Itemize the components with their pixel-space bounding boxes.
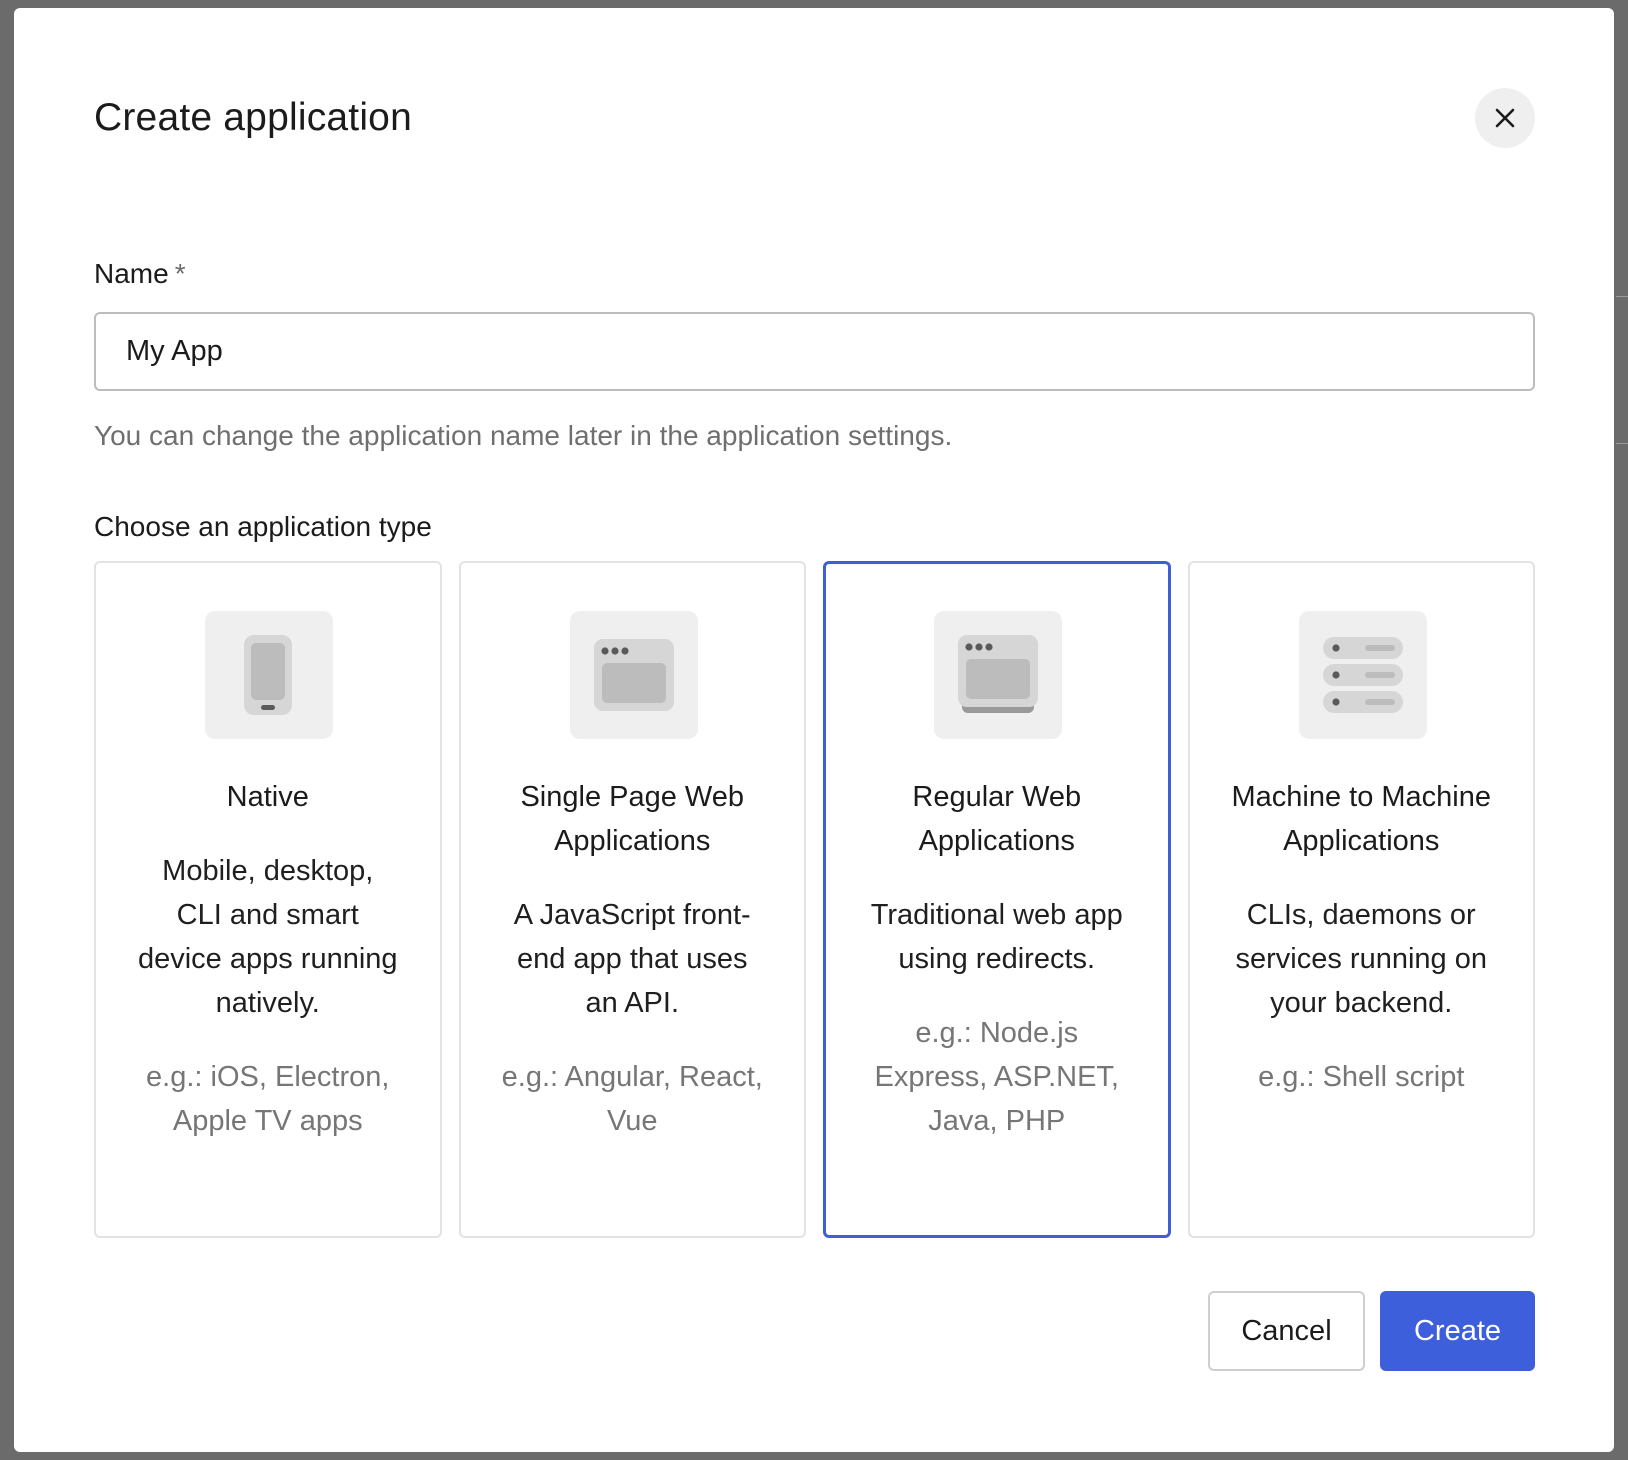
card-body: Regular Web Applications Traditional web…: [826, 775, 1168, 1143]
required-marker: *: [174, 258, 186, 289]
card-body: Machine to Machine Applications CLIs, da…: [1190, 775, 1534, 1099]
close-icon: [1495, 108, 1515, 128]
card-title: Native: [226, 781, 309, 813]
dialog-title: Create application: [94, 96, 412, 139]
close-button[interactable]: [1475, 88, 1535, 148]
card-description: Traditional web app using redirects.: [870, 899, 1123, 975]
card-body: Native Mobile, desktop, CLI and smart de…: [96, 775, 440, 1143]
create-button[interactable]: Create: [1380, 1291, 1535, 1371]
card-body: Single Page Web Applications A JavaScrip…: [461, 775, 805, 1143]
browser-window-icon: [569, 611, 698, 739]
card-description: CLIs, daemons or services running on you…: [1235, 899, 1487, 1019]
name-helper-text: You can change the application name late…: [94, 420, 953, 451]
card-title: Single Page Web Applications: [520, 781, 745, 857]
card-example: e.g.: Shell script: [1258, 1061, 1465, 1093]
app-type-options: Native Mobile, desktop, CLI and smart de…: [94, 561, 1535, 1238]
stacked-browser-icon: [934, 611, 1062, 739]
card-example: e.g.: Node.js Express, ASP.NET, Java, PH…: [874, 1017, 1119, 1137]
name-input[interactable]: [94, 312, 1535, 391]
card-description: Mobile, desktop, CLI and smart device ap…: [137, 855, 398, 1019]
card-title: Machine to Machine Applications: [1231, 781, 1492, 857]
app-type-label: Choose an application type: [94, 511, 432, 542]
create-application-dialog: Create application Name* You can change …: [14, 8, 1614, 1452]
card-example: e.g.: iOS, Electron, Apple TV apps: [146, 1061, 390, 1137]
app-type-card-spa[interactable]: Single Page Web Applications A JavaScrip…: [458, 561, 806, 1238]
app-type-card-native[interactable]: Native Mobile, desktop, CLI and smart de…: [94, 561, 442, 1238]
app-type-card-regular-web[interactable]: Regular Web Applications Traditional web…: [823, 561, 1171, 1238]
mobile-device-icon: [205, 611, 333, 739]
cancel-button[interactable]: Cancel: [1208, 1291, 1365, 1371]
card-description: A JavaScript front-end app that uses an …: [513, 899, 751, 1019]
backdrop-divider: [1616, 443, 1628, 444]
card-example: e.g.: Angular, React, Vue: [501, 1061, 763, 1137]
app-type-card-m2m[interactable]: Machine to Machine Applications CLIs, da…: [1187, 561, 1535, 1238]
card-title: Regular Web Applications: [912, 781, 1082, 857]
backdrop-divider: [1616, 296, 1628, 297]
name-field-label: Name *: [94, 258, 186, 290]
name-label-text: Name: [94, 258, 169, 289]
server-stack-icon: [1298, 611, 1427, 739]
